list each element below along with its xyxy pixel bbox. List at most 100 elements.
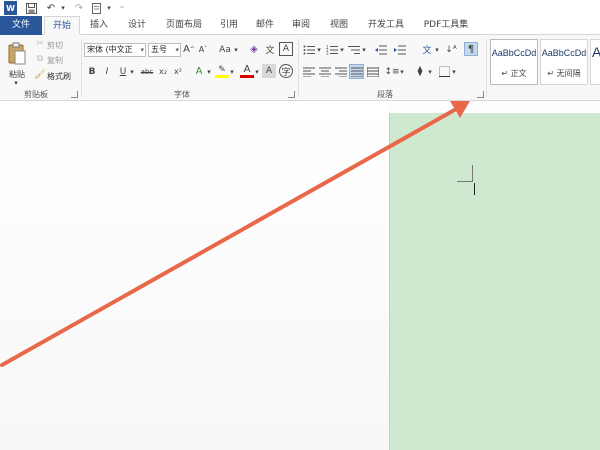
bold-button[interactable]: B xyxy=(86,65,98,78)
style-sample: AaBbCcDd xyxy=(541,48,587,58)
format-painter-label[interactable]: 格式刷 xyxy=(47,71,71,82)
underline-dropdown-icon[interactable]: ▾ xyxy=(129,65,135,78)
text-effects-icon[interactable]: A xyxy=(192,64,206,78)
ribbon-tabs: 文件 开始 插入 设计 页面布局 引用 邮件 审阅 视图 开发工具 PDF工具集 xyxy=(0,16,600,35)
redo-icon[interactable]: ↷ xyxy=(72,1,86,15)
chevron-down-icon: ▾ xyxy=(140,46,144,54)
font-size-value: 五号 xyxy=(151,45,167,54)
group-separator xyxy=(486,39,487,97)
font-name-value: 宋体 (中文正 xyxy=(87,45,133,54)
chevron-down-icon: ▾ xyxy=(175,46,179,54)
grow-font-button[interactable]: A ^ xyxy=(183,42,195,56)
superscript-button[interactable]: x² xyxy=(171,65,185,78)
margin-corner-mark xyxy=(457,181,473,182)
clipboard-group-label: 剪贴板 xyxy=(24,90,48,99)
align-left-icon[interactable] xyxy=(302,65,316,78)
paste-label: 粘贴 xyxy=(9,69,25,79)
tab-design[interactable]: 设计 xyxy=(122,16,152,35)
paragraph-launcher-icon[interactable] xyxy=(477,91,484,98)
clipboard-launcher-icon[interactable] xyxy=(71,91,78,98)
justify-icon[interactable] xyxy=(349,64,364,79)
grow-font-label: A xyxy=(183,43,190,55)
change-case-dropdown-icon[interactable]: ▾ xyxy=(233,43,239,56)
chinese-layout-dropdown-icon[interactable]: ▾ xyxy=(434,43,440,56)
character-shading-icon[interactable]: A xyxy=(262,64,276,78)
group-separator xyxy=(81,39,82,97)
show-formatting-marks-icon[interactable]: ¶ xyxy=(464,42,478,56)
margin-corner-mark xyxy=(472,165,473,182)
shading-dropdown-icon[interactable]: ▾ xyxy=(427,65,433,78)
paragraph-group-label: 段落 xyxy=(377,90,393,99)
font-launcher-icon[interactable] xyxy=(288,91,295,98)
shading-icon[interactable]: ⧫ xyxy=(413,64,427,78)
change-case-label: Aa xyxy=(219,44,231,55)
tab-insert[interactable]: 插入 xyxy=(84,16,114,35)
tab-review[interactable]: 审阅 xyxy=(286,16,316,35)
numbering-dropdown-icon[interactable]: ▾ xyxy=(339,43,345,56)
align-right-icon[interactable] xyxy=(334,65,348,78)
bullets-icon[interactable] xyxy=(302,43,316,56)
highlight-icon[interactable]: ✎ xyxy=(215,64,229,78)
font-group-label: 字体 xyxy=(174,90,190,99)
font-size-combo[interactable]: 五号 ▾ xyxy=(148,43,181,57)
tab-developer[interactable]: 开发工具 xyxy=(362,16,410,35)
highlight-dropdown-icon[interactable]: ▾ xyxy=(229,65,235,78)
font-color-icon[interactable]: A xyxy=(240,64,254,78)
style-sample: A xyxy=(592,44,600,60)
document-page[interactable] xyxy=(389,113,600,450)
tab-mailings[interactable]: 邮件 xyxy=(250,16,280,35)
phonetic-guide-icon[interactable]: 文 xyxy=(263,43,277,56)
line-spacing-dropdown-icon[interactable]: ▾ xyxy=(399,65,405,78)
customize-qat-icon[interactable]: ⁼ xyxy=(115,1,129,15)
distributed-icon[interactable] xyxy=(366,65,380,78)
cut-icon[interactable]: ✂ xyxy=(35,39,45,49)
font-name-combo[interactable]: 宋体 (中文正 ▾ xyxy=(84,43,146,57)
tab-references[interactable]: 引用 xyxy=(214,16,244,35)
multilevel-list-icon[interactable] xyxy=(347,43,361,56)
paste-dropdown-icon[interactable]: ▾ xyxy=(8,79,24,87)
quick-access-toolbar: W ↶ ▾ ↷ ▾ ⁼ xyxy=(0,0,600,16)
tab-view[interactable]: 视图 xyxy=(324,16,354,35)
tab-file[interactable]: 文件 xyxy=(0,16,42,35)
align-center-icon[interactable] xyxy=(318,65,332,78)
clear-formatting-icon[interactable]: ◈ xyxy=(247,43,261,56)
style-name: ↵ 无间隔 xyxy=(547,69,581,78)
multilevel-dropdown-icon[interactable]: ▾ xyxy=(361,43,367,56)
shrink-font-arrow-icon: ˇ xyxy=(204,46,208,53)
style-heading-1[interactable]: A xyxy=(590,39,600,85)
borders-icon[interactable] xyxy=(437,65,451,78)
style-normal[interactable]: AaBbCcDd ↵ 正文 xyxy=(490,39,538,85)
copy-icon[interactable]: ⧉ xyxy=(35,54,45,64)
paste-button[interactable] xyxy=(4,39,30,69)
change-case-button[interactable]: Aa xyxy=(216,43,234,56)
format-painter-icon[interactable]: 🖌 xyxy=(34,70,45,80)
shrink-font-button[interactable]: Aˇ xyxy=(197,43,209,56)
subscript-button[interactable]: x₂ xyxy=(156,65,170,78)
print-preview-icon[interactable] xyxy=(89,1,103,15)
save-icon[interactable] xyxy=(24,1,38,15)
style-no-spacing[interactable]: AaBbCcDd ↵ 无间隔 xyxy=(540,39,588,85)
tab-pdf-tools[interactable]: PDF工具集 xyxy=(418,16,474,35)
grow-font-arrow-icon: ^ xyxy=(189,45,195,53)
tab-page-layout[interactable]: 页面布局 xyxy=(160,16,208,35)
copy-label[interactable]: 复制 xyxy=(47,55,63,66)
tab-home[interactable]: 开始 xyxy=(44,16,80,35)
enclose-characters-icon[interactable]: 字 xyxy=(279,64,293,78)
underline-button[interactable]: U xyxy=(117,65,129,78)
sort-icon[interactable]: ↓ᴬ xyxy=(444,43,458,56)
borders-dropdown-icon[interactable]: ▾ xyxy=(451,65,457,78)
text-effects-dropdown-icon[interactable]: ▾ xyxy=(206,65,212,78)
strikethrough-button[interactable]: abc xyxy=(139,65,155,78)
line-spacing-icon[interactable]: ↕≡ xyxy=(384,65,399,78)
chinese-layout-icon[interactable]: 文 xyxy=(420,43,434,56)
bullets-dropdown-icon[interactable]: ▾ xyxy=(316,43,322,56)
undo-dropdown-icon[interactable]: ▾ xyxy=(56,1,70,15)
customize-icon[interactable]: ▾ xyxy=(102,1,116,15)
italic-button[interactable]: I xyxy=(101,65,113,78)
numbering-icon[interactable]: 123 xyxy=(325,43,339,56)
cut-label[interactable]: 剪切 xyxy=(47,40,63,51)
character-border-icon[interactable]: A xyxy=(279,42,293,56)
increase-indent-icon[interactable] xyxy=(393,43,407,56)
font-color-dropdown-icon[interactable]: ▾ xyxy=(254,65,260,78)
decrease-indent-icon[interactable] xyxy=(374,43,388,56)
